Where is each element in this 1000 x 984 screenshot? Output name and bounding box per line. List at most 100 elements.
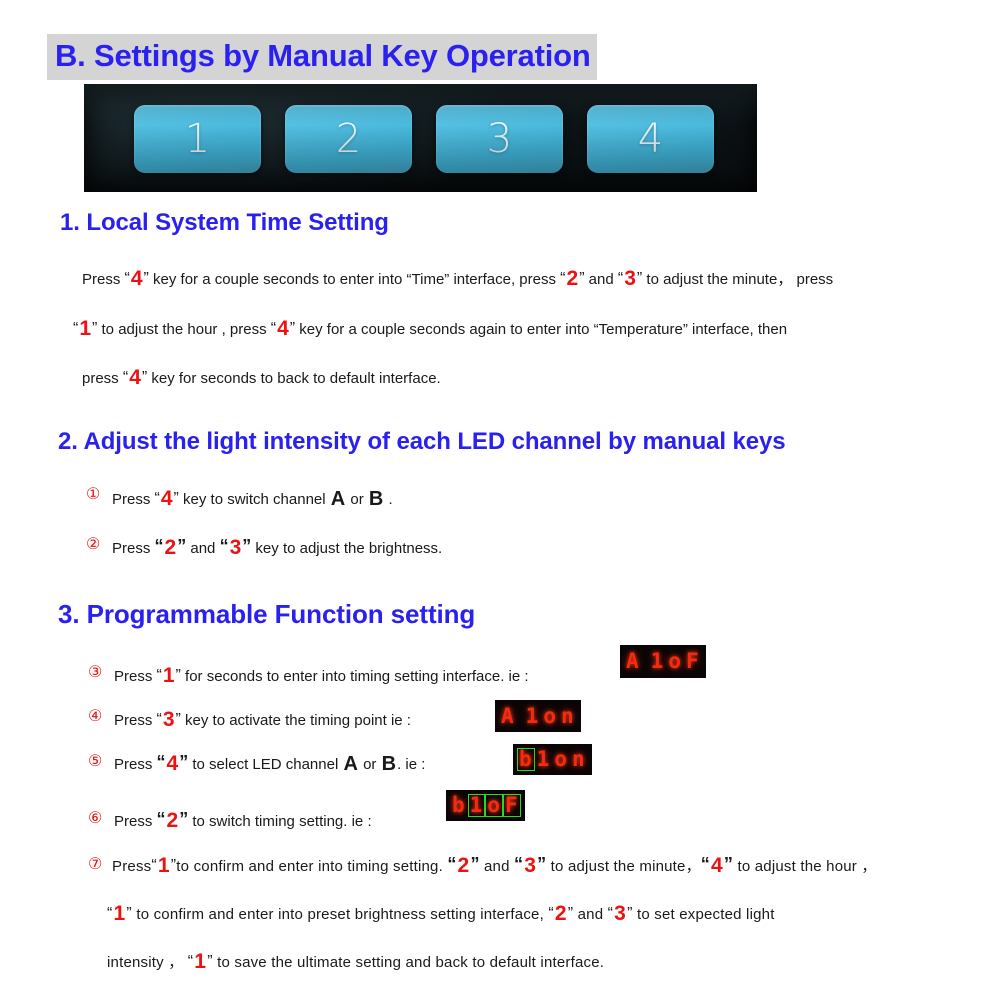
section-3-item-5: Press “4” to select LED channel A or B. … xyxy=(114,753,425,774)
list-marker-2: ② xyxy=(86,536,101,553)
keypad-key-3[interactable]: 3 xyxy=(436,105,563,173)
keypad-key-row: 1 2 3 4 xyxy=(134,105,714,173)
key-reference: 1 xyxy=(79,317,92,340)
section-3-heading: 3. Programmable Function setting xyxy=(58,599,476,629)
text-run: press xyxy=(82,370,123,387)
section-2-item-1: Press “4” key to switch channel A or B . xyxy=(112,488,393,509)
key-reference: 4 xyxy=(130,267,143,290)
text-run: to select LED channel xyxy=(188,756,343,773)
quote-mark: “ xyxy=(107,905,113,922)
led-digit: 1 xyxy=(650,649,665,673)
key-reference: 3 xyxy=(524,854,537,877)
led-display-a1on: A1on xyxy=(495,700,581,732)
text-run: and xyxy=(584,271,618,288)
keypad-key-2[interactable]: 2 xyxy=(285,105,412,173)
key-reference: 2 xyxy=(164,536,177,559)
key-reference: 2 xyxy=(554,902,567,925)
led-digit: n xyxy=(560,703,575,728)
led-digit: F xyxy=(502,793,521,817)
led-digit: b xyxy=(452,793,466,817)
quote-mark: ” xyxy=(242,536,252,556)
section-3-item-3: Press “1” for seconds to enter into timi… xyxy=(114,665,529,686)
keypad-key-3-label: 3 xyxy=(486,116,513,162)
channel-label: A xyxy=(330,488,346,510)
key-reference: 2 xyxy=(166,809,179,832)
text-run: Press xyxy=(82,271,125,288)
keypad-key-4[interactable]: 4 xyxy=(587,105,714,173)
key-reference: 3 xyxy=(624,267,636,290)
key-reference: 1 xyxy=(162,664,175,687)
text-run: key for a couple seconds again to enter … xyxy=(295,321,788,338)
quote-mark: “ xyxy=(156,752,166,772)
section-1-heading: 1. Local System Time Setting xyxy=(60,209,389,236)
keypad-key-4-label: 4 xyxy=(637,116,664,162)
text-run: Press xyxy=(114,668,157,685)
key-reference: 4 xyxy=(129,366,141,389)
quote-mark: “ xyxy=(156,809,166,829)
text-run: to confirm and enter into timing setting… xyxy=(176,858,448,875)
section-1-line-3: press “4” key for seconds to back to def… xyxy=(82,367,441,388)
text-run: key for seconds to back to default inter… xyxy=(147,370,441,387)
keypad-key-1[interactable]: 1 xyxy=(134,105,261,173)
quote-mark: ” xyxy=(537,854,547,874)
quote-mark: “ xyxy=(560,270,566,287)
keypad-key-2-label: 2 xyxy=(335,116,362,162)
quote-mark: “ xyxy=(700,854,710,874)
text-run: intensity ， xyxy=(107,954,188,971)
quote-mark: ” xyxy=(177,536,187,556)
text-run: to adjust the hour , press xyxy=(97,321,271,338)
led-display-b1oF: b1oF xyxy=(446,790,525,821)
text-run: key to activate the timing point ie : xyxy=(180,712,411,729)
key-reference: 4 xyxy=(711,854,723,877)
section-1-line-2: “1” to adjust the hour , press “4” key f… xyxy=(73,318,787,339)
section-title-band: B. Settings by Manual Key Operation xyxy=(47,34,597,80)
quote-mark: ” xyxy=(470,854,480,874)
text-run: Press xyxy=(114,813,157,830)
key-reference: 1 xyxy=(113,902,126,925)
text-run: Press xyxy=(114,712,157,729)
text-run: to confirm and enter into preset brightn… xyxy=(131,906,549,923)
section-2-heading: 2. Adjust the light intensity of each LE… xyxy=(58,428,786,455)
text-run: Press xyxy=(112,540,155,557)
key-reference: 3 xyxy=(614,902,627,925)
quote-mark: ” xyxy=(179,752,189,772)
led-display-a1oF: A1oF xyxy=(620,645,706,678)
list-marker-4: ④ xyxy=(88,708,103,725)
text-run: Press xyxy=(112,858,152,875)
section-2-item-2: Press “2” and “3” key to adjust the brig… xyxy=(112,537,442,558)
text-run: or xyxy=(358,756,381,773)
text-run: Press xyxy=(112,491,155,508)
text-run: and xyxy=(186,540,220,557)
channel-label: B xyxy=(368,488,384,510)
list-marker-1: ① xyxy=(86,486,101,503)
list-marker-6: ⑥ xyxy=(88,810,103,827)
channel-label: B xyxy=(381,753,397,775)
text-run: . xyxy=(384,491,393,508)
led-digit: 1 xyxy=(525,703,540,728)
led-digit: A xyxy=(626,649,640,673)
channel-label: A xyxy=(343,753,358,775)
text-run: to switch timing setting. ie : xyxy=(188,813,372,830)
text-run: and xyxy=(479,858,515,875)
text-run: key to switch channel xyxy=(178,491,330,508)
quote-mark: “ xyxy=(514,854,524,874)
text-run: or xyxy=(346,491,368,508)
key-reference: 1 xyxy=(157,854,170,877)
text-run: and xyxy=(573,906,608,923)
quote-mark: ” xyxy=(723,854,734,874)
led-digit: b xyxy=(517,747,535,771)
key-reference: 3 xyxy=(229,536,242,559)
led-digit: o xyxy=(668,649,682,673)
list-marker-5: ⑤ xyxy=(88,753,103,770)
section-3-item-7-line-3: intensity ， “1” to save the ultimate set… xyxy=(107,951,604,972)
text-run: Press xyxy=(114,756,157,773)
key-reference: 4 xyxy=(166,752,179,775)
text-run: to save the ultimate setting and back to… xyxy=(212,954,605,971)
text-run: key for a couple seconds to enter into “… xyxy=(148,271,561,288)
section-3-item-7-line-2: “1” to confirm and enter into preset bri… xyxy=(107,903,775,924)
section-1-line-1: Press “4” key for a couple seconds to en… xyxy=(82,268,833,289)
text-run: to set expected light xyxy=(632,906,775,923)
key-reference: 2 xyxy=(566,267,579,290)
led-digit: n xyxy=(571,747,586,771)
led-digit: A xyxy=(501,703,515,728)
